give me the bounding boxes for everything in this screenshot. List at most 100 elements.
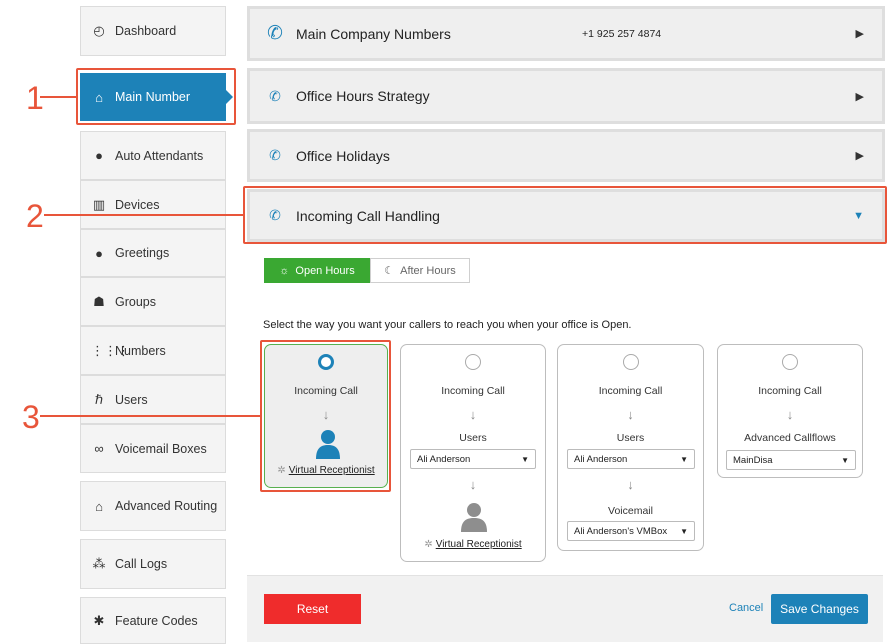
option-line: Incoming Call bbox=[758, 385, 822, 397]
option-card-advanced-callflows[interactable]: Incoming Call ↓ Advanced Callflows MainD… bbox=[717, 344, 863, 478]
phone-icon: ✆ bbox=[269, 147, 281, 163]
sidebar-item-feature-codes[interactable]: ✱ Feature Codes bbox=[80, 597, 226, 644]
accordion-title: Office Hours Strategy bbox=[296, 88, 430, 104]
link-text[interactable]: Virtual Receptionist bbox=[289, 465, 375, 476]
sidebar-item-label: Dashboard bbox=[115, 24, 177, 38]
sidebar-item-groups[interactable]: ☗ Groups bbox=[80, 277, 226, 326]
voicemail-select[interactable]: Ali Anderson's VMBox ▼ bbox=[567, 521, 695, 541]
reset-button[interactable]: Reset bbox=[264, 594, 361, 624]
sidebar-item-label: Groups bbox=[115, 294, 156, 309]
virtual-receptionist-link[interactable]: ✲ Virtual Receptionist bbox=[265, 465, 387, 476]
callout-line-2 bbox=[44, 214, 244, 216]
option-line: Users bbox=[616, 432, 645, 444]
person-icon bbox=[316, 430, 340, 459]
sidebar-item-label: Numbers bbox=[115, 343, 166, 358]
sidebar-item-greetings[interactable]: ● Greetings bbox=[80, 229, 226, 277]
group-icon: ☗ bbox=[93, 293, 105, 309]
asterisk-icon: ✱ bbox=[93, 612, 105, 628]
arrow-down-icon: ↓ bbox=[786, 407, 794, 422]
person-icon bbox=[461, 503, 487, 532]
link-text[interactable]: Virtual Receptionist bbox=[436, 539, 522, 550]
sidebar-item-label: Feature Codes bbox=[115, 613, 198, 628]
sidebar-item-label: Auto Attendants bbox=[115, 148, 204, 163]
arrow-down-icon: ↓ bbox=[627, 477, 634, 492]
arrow-down-icon: ↓ bbox=[322, 407, 330, 422]
expand-arrow-icon[interactable]: ▶ bbox=[856, 149, 864, 162]
phone-icon: ✆ bbox=[269, 87, 281, 104]
callflow-select[interactable]: MainDisa ▼ bbox=[726, 450, 856, 470]
select-value: Ali Anderson's VMBox bbox=[574, 525, 668, 537]
option-card-users-receptionist[interactable]: Incoming Call ↓ Users Ali Anderson ▼ ↓ ✲… bbox=[400, 344, 546, 562]
accordion-title: Main Company Numbers bbox=[296, 25, 451, 42]
option-line: Incoming Call bbox=[598, 385, 663, 397]
home-icon: ⌂ bbox=[95, 498, 103, 514]
users-icon: ℏ bbox=[94, 391, 104, 407]
gear-icon: ✲ bbox=[277, 465, 286, 476]
virtual-receptionist-link[interactable]: ✲ Virtual Receptionist bbox=[401, 539, 545, 550]
moon-icon: ☾ bbox=[384, 265, 395, 277]
tab-open-hours[interactable]: ☼ Open Hours bbox=[264, 258, 370, 283]
expand-arrow-icon[interactable]: ▶ bbox=[856, 90, 864, 103]
select-value: MainDisa bbox=[733, 454, 773, 466]
speaker-head-icon: ● bbox=[95, 245, 103, 261]
option-line: Advanced Callflows bbox=[744, 432, 836, 444]
arrow-down-icon: ↓ bbox=[627, 407, 634, 422]
tab-label: Open Hours bbox=[295, 264, 355, 277]
tab-after-hours[interactable]: ☾ After Hours bbox=[370, 258, 470, 283]
user-select[interactable]: Ali Anderson ▼ bbox=[567, 449, 695, 469]
option-radio[interactable] bbox=[465, 354, 481, 370]
option-radio[interactable] bbox=[782, 354, 798, 370]
gauge-icon: ◴ bbox=[93, 23, 105, 38]
accordion-office-holidays[interactable]: ✆ Office Holidays ▶ bbox=[247, 129, 885, 182]
save-changes-button[interactable]: Save Changes bbox=[771, 594, 868, 624]
call-logs-icon: ⁂ bbox=[92, 556, 106, 571]
callout-line-3 bbox=[40, 415, 260, 417]
main-company-number-value: +1 925 257 4874 bbox=[582, 27, 662, 40]
sidebar-item-numbers[interactable]: ⋮⋮⋮ Numbers bbox=[80, 326, 226, 375]
sidebar-item-label: Voicemail Boxes bbox=[115, 441, 207, 456]
callout-box-1 bbox=[76, 68, 236, 125]
gear-icon: ✲ bbox=[424, 539, 433, 550]
select-value: Ali Anderson bbox=[417, 453, 471, 465]
option-line: Users bbox=[459, 432, 487, 444]
accordion-main-company-numbers[interactable]: ✆ Main Company Numbers +1 925 257 4874 ▶ bbox=[247, 6, 885, 61]
phone-icon: ✆ bbox=[269, 207, 281, 223]
option-line: Voicemail bbox=[608, 505, 653, 517]
sidebar-item-auto-attendants[interactable]: ● Auto Attendants bbox=[80, 131, 226, 180]
option-line: Incoming Call bbox=[294, 385, 358, 397]
sidebar-item-label: Call Logs bbox=[115, 557, 168, 571]
phone-icon: ✆ bbox=[267, 23, 283, 44]
sidebar-item-voicemail-boxes[interactable]: ∞ Voicemail Boxes bbox=[80, 424, 226, 473]
sidebar-item-call-logs[interactable]: ⁂ Call Logs bbox=[80, 539, 226, 589]
accordion-title: Incoming Call Handling bbox=[296, 207, 440, 224]
caret-down-icon: ▼ bbox=[680, 526, 688, 536]
sidebar-item-devices[interactable]: ▥ Devices bbox=[80, 180, 226, 229]
user-select[interactable]: Ali Anderson ▼ bbox=[410, 449, 536, 469]
fax-device-icon: ▥ bbox=[92, 196, 106, 212]
select-value: Ali Anderson bbox=[574, 453, 628, 465]
tab-label: After Hours bbox=[400, 264, 456, 277]
sidebar-item-label: Users bbox=[115, 392, 148, 407]
cancel-link[interactable]: Cancel bbox=[729, 602, 763, 614]
accordion-office-hours-strategy[interactable]: ✆ Office Hours Strategy ▶ bbox=[247, 68, 885, 124]
callout-number-2: 2 bbox=[26, 198, 44, 234]
instruction-text: Select the way you want your callers to … bbox=[263, 319, 632, 331]
callout-number-3: 3 bbox=[22, 399, 40, 435]
sun-icon: ☼ bbox=[279, 264, 290, 277]
sidebar-item-label: Advanced Routing bbox=[115, 499, 218, 513]
sidebar-item-label: Devices bbox=[115, 197, 160, 212]
sidebar-item-dashboard[interactable]: ◴ Dashboard bbox=[80, 6, 226, 56]
sidebar-item-advanced-routing[interactable]: ⌂ Advanced Routing bbox=[80, 481, 226, 531]
sidebar-item-label: Greetings bbox=[115, 246, 170, 260]
caret-down-icon: ▼ bbox=[841, 455, 849, 465]
option-card-virtual-receptionist[interactable]: Incoming Call ↓ ✲ Virtual Receptionist bbox=[264, 344, 388, 488]
option-card-users-voicemail[interactable]: Incoming Call ↓ Users Ali Anderson ▼ ↓ V… bbox=[557, 344, 704, 551]
caret-down-icon: ▼ bbox=[680, 454, 688, 464]
callout-line-1 bbox=[40, 96, 77, 98]
option-radio[interactable] bbox=[623, 354, 639, 370]
accordion-incoming-call-handling[interactable]: ✆ Incoming Call Handling ▼ bbox=[247, 189, 885, 242]
collapse-arrow-icon[interactable]: ▼ bbox=[853, 210, 864, 222]
option-radio[interactable] bbox=[318, 354, 334, 370]
expand-arrow-icon[interactable]: ▶ bbox=[856, 27, 864, 40]
arrow-down-icon: ↓ bbox=[469, 477, 477, 492]
